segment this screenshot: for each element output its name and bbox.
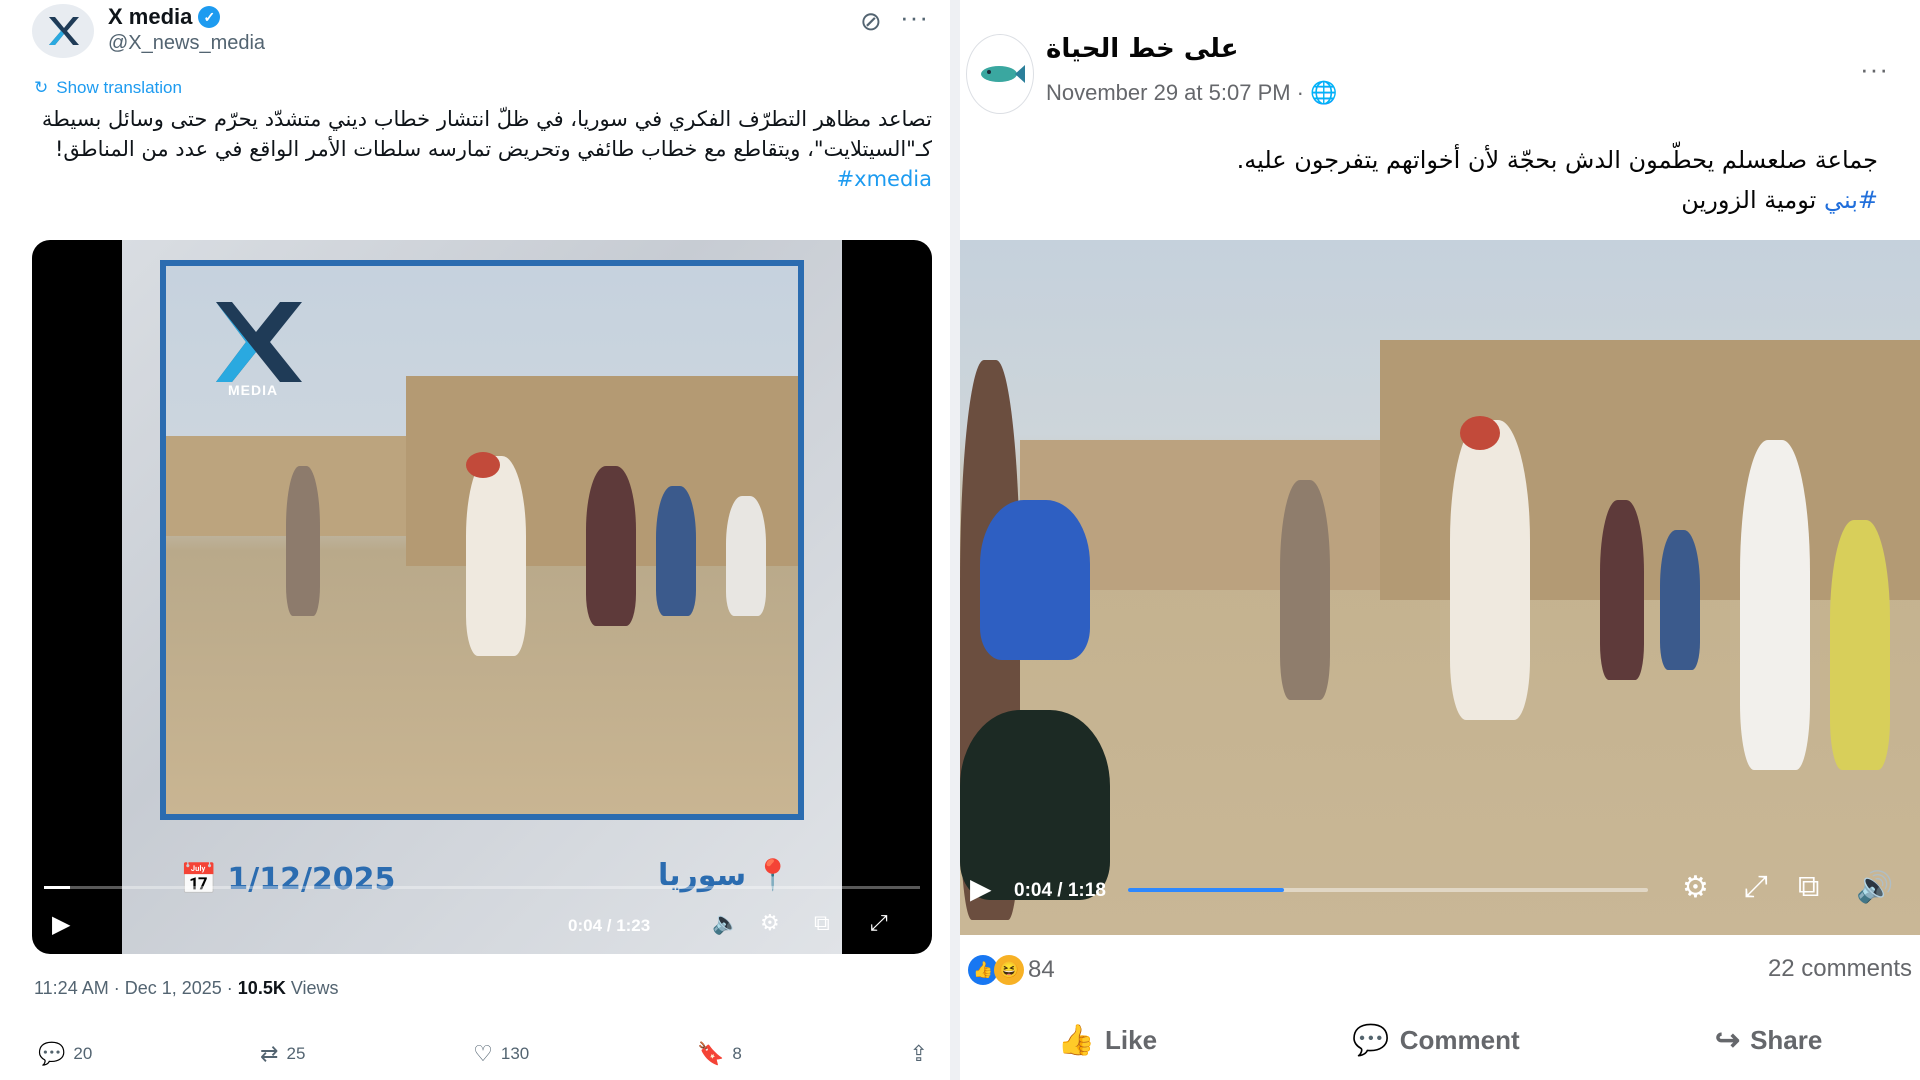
x-post: X media ✓ @X_news_media ⊘ ··· ↻ Show tra… bbox=[0, 0, 950, 1080]
haha-reaction-icon: 😆 bbox=[994, 955, 1024, 985]
show-translation-link[interactable]: ↻ Show translation bbox=[34, 78, 182, 98]
fb-post-time-text: November 29 at 5:07 PM · bbox=[1046, 80, 1305, 105]
x-post-meta: 11:24 AM · Dec 1, 2025 · 10.5K Views bbox=[34, 978, 339, 999]
person-figure bbox=[980, 500, 1090, 660]
x-video-controls: ▶ 0:04 / 1:23 🔈 ⚙ ⧉ ⤢ bbox=[32, 900, 932, 954]
person-figure bbox=[1740, 440, 1810, 770]
reactions-count: 84 bbox=[1028, 956, 1055, 983]
fish-logo-icon bbox=[981, 65, 1025, 83]
reply-button[interactable]: 💬 20 bbox=[38, 1038, 92, 1070]
globe-icon: 🌐 bbox=[1310, 80, 1338, 105]
show-translation-label: Show translation bbox=[56, 78, 182, 97]
fb-hashtag-link[interactable]: #بني bbox=[1824, 186, 1878, 214]
person-figure bbox=[1600, 500, 1644, 680]
reply-icon: 💬 bbox=[38, 1041, 66, 1066]
red-headscarf bbox=[1460, 416, 1500, 450]
fb-comment-label: Comment bbox=[1399, 1024, 1520, 1055]
x-video-player[interactable]: MEDIA 📅 1/12/2025 سوريا 📍 ▶ 0:04 / 1:23 … bbox=[32, 240, 932, 954]
fb-post-tags: #بني تومية الزورين bbox=[1060, 180, 1878, 220]
play-icon[interactable]: ▶ bbox=[52, 910, 70, 939]
person-figure bbox=[466, 456, 526, 656]
more-options-icon[interactable]: ··· bbox=[900, 2, 929, 33]
fb-post-body: جماعة صلعسلم يحطّمون الدش بحجّة لأن أخوا… bbox=[1236, 146, 1878, 174]
grok-icon[interactable]: ⊘ bbox=[860, 6, 882, 37]
fb-like-label: Like bbox=[1105, 1024, 1158, 1055]
bookmark-count: 8 bbox=[732, 1044, 742, 1063]
comment-bubble-icon: 💬 bbox=[1352, 1023, 1390, 1057]
fb-page-avatar[interactable] bbox=[966, 34, 1034, 114]
fb-post-time[interactable]: November 29 at 5:07 PM · 🌐 bbox=[1046, 80, 1337, 106]
video-date-caption: 📅 1/12/2025 bbox=[180, 862, 395, 897]
person-figure bbox=[586, 466, 636, 626]
red-headscarf bbox=[466, 452, 500, 478]
person-figure bbox=[1450, 420, 1530, 720]
fb-share-label: Share bbox=[1750, 1024, 1823, 1055]
picture-in-picture-icon[interactable]: ⧉ bbox=[814, 910, 830, 936]
repost-icon: ⇄ bbox=[260, 1041, 279, 1066]
x-post-text: تصاعد مظاهر التطرّف الفكري في سوريا، في … bbox=[40, 104, 932, 194]
fullscreen-icon[interactable]: ⤢ bbox=[1744, 870, 1768, 904]
fb-video-player[interactable]: ▶ 0:04 / 1:18 ⚙ ⤢ ⧉ 🔊 bbox=[960, 240, 1920, 935]
settings-icon[interactable]: ⚙ bbox=[760, 910, 780, 936]
x-media-logo-icon bbox=[49, 17, 79, 45]
child-figure bbox=[1830, 520, 1890, 770]
thumbs-up-icon: 👍 bbox=[1057, 1023, 1096, 1057]
media-watermark-text: MEDIA bbox=[228, 382, 279, 398]
child-figure bbox=[656, 486, 696, 616]
x-video-time: 0:04 / 1:23 bbox=[568, 916, 651, 935]
child-figure bbox=[1660, 530, 1700, 670]
fb-video-controls: ▶ 0:04 / 1:18 ⚙ ⤢ ⧉ 🔊 bbox=[960, 862, 1920, 922]
x-display-name-text: X media bbox=[108, 4, 193, 29]
share-icon: ⇪ bbox=[909, 1041, 928, 1066]
fb-comment-button[interactable]: 💬 Comment bbox=[1352, 1015, 1519, 1065]
fb-reactions-summary[interactable]: 👍 😆 84 bbox=[968, 955, 1055, 985]
video-frame-image: MEDIA bbox=[160, 260, 804, 820]
share-button[interactable]: ⇪ bbox=[910, 1038, 928, 1070]
x-views-label: Views bbox=[290, 978, 339, 998]
x-hashtag-link[interactable]: #xmedia bbox=[40, 164, 932, 194]
calendar-icon: 📅 bbox=[180, 862, 218, 897]
video-frame-border: MEDIA 📅 1/12/2025 سوريا 📍 bbox=[122, 240, 842, 954]
x-display-name[interactable]: X media ✓ bbox=[108, 4, 221, 30]
heart-icon: ♡ bbox=[473, 1041, 493, 1066]
share-arrow-icon: ↪ bbox=[1714, 1023, 1741, 1057]
fb-share-button[interactable]: ↪ Share bbox=[1715, 1015, 1822, 1065]
x-avatar[interactable] bbox=[32, 4, 94, 58]
x-handle[interactable]: @X_news_media bbox=[108, 32, 265, 55]
person-figure bbox=[286, 466, 320, 616]
fb-action-bar: 👍 Like 💬 Comment ↪ Share bbox=[960, 1015, 1920, 1065]
bookmark-button[interactable]: 🔖 8 bbox=[697, 1038, 742, 1070]
reply-count: 20 bbox=[73, 1044, 93, 1063]
repost-button[interactable]: ⇄ 25 bbox=[260, 1038, 305, 1070]
repost-count: 25 bbox=[286, 1044, 306, 1063]
child-figure bbox=[726, 496, 766, 616]
fb-post-text: جماعة صلعسلم يحطّمون الدش بحجّة لأن أخوا… bbox=[1060, 140, 1878, 220]
fb-like-button[interactable]: 👍 Like bbox=[1058, 1015, 1157, 1065]
volume-icon[interactable]: 🔊 bbox=[1856, 870, 1893, 905]
verified-badge-icon: ✓ bbox=[198, 6, 221, 28]
x-action-bar: 💬 20 ⇄ 25 ♡ 130 🔖 8 ⇪ bbox=[38, 1038, 928, 1070]
x-views-count: 10.5K bbox=[237, 978, 286, 998]
video-date-text: 1/12/2025 bbox=[227, 862, 396, 897]
translate-icon: ↻ bbox=[34, 78, 49, 97]
x-post-body: تصاعد مظاهر التطرّف الفكري في سوريا، في … bbox=[41, 107, 932, 161]
bookmark-icon: 🔖 bbox=[696, 1041, 725, 1066]
x-video-progress-bar[interactable] bbox=[44, 886, 920, 889]
comments-count[interactable]: 22 comments bbox=[1768, 955, 1912, 983]
picture-in-picture-icon[interactable]: ⧉ bbox=[1798, 870, 1819, 904]
play-icon[interactable]: ▶ bbox=[970, 872, 992, 905]
settings-icon[interactable]: ⚙ bbox=[1682, 870, 1709, 905]
x-timestamp[interactable]: 11:24 AM · Dec 1, 2025 · bbox=[34, 978, 233, 998]
volume-icon[interactable]: 🔈 bbox=[712, 910, 739, 936]
facebook-post: على خط الحياة November 29 at 5:07 PM · 🌐… bbox=[960, 0, 1920, 1080]
x-video-progress-fill bbox=[44, 886, 71, 889]
fb-page-name[interactable]: على خط الحياة bbox=[1046, 34, 1239, 64]
like-button[interactable]: ♡ 130 bbox=[473, 1038, 529, 1070]
fb-post-tail: تومية الزورين bbox=[1681, 186, 1824, 214]
fb-video-time: 0:04 / 1:18 bbox=[1014, 880, 1106, 901]
more-options-icon[interactable]: ··· bbox=[1860, 54, 1889, 85]
fullscreen-icon[interactable]: ⤢ bbox=[870, 910, 888, 936]
like-count: 130 bbox=[500, 1044, 530, 1063]
person-figure bbox=[1280, 480, 1330, 700]
